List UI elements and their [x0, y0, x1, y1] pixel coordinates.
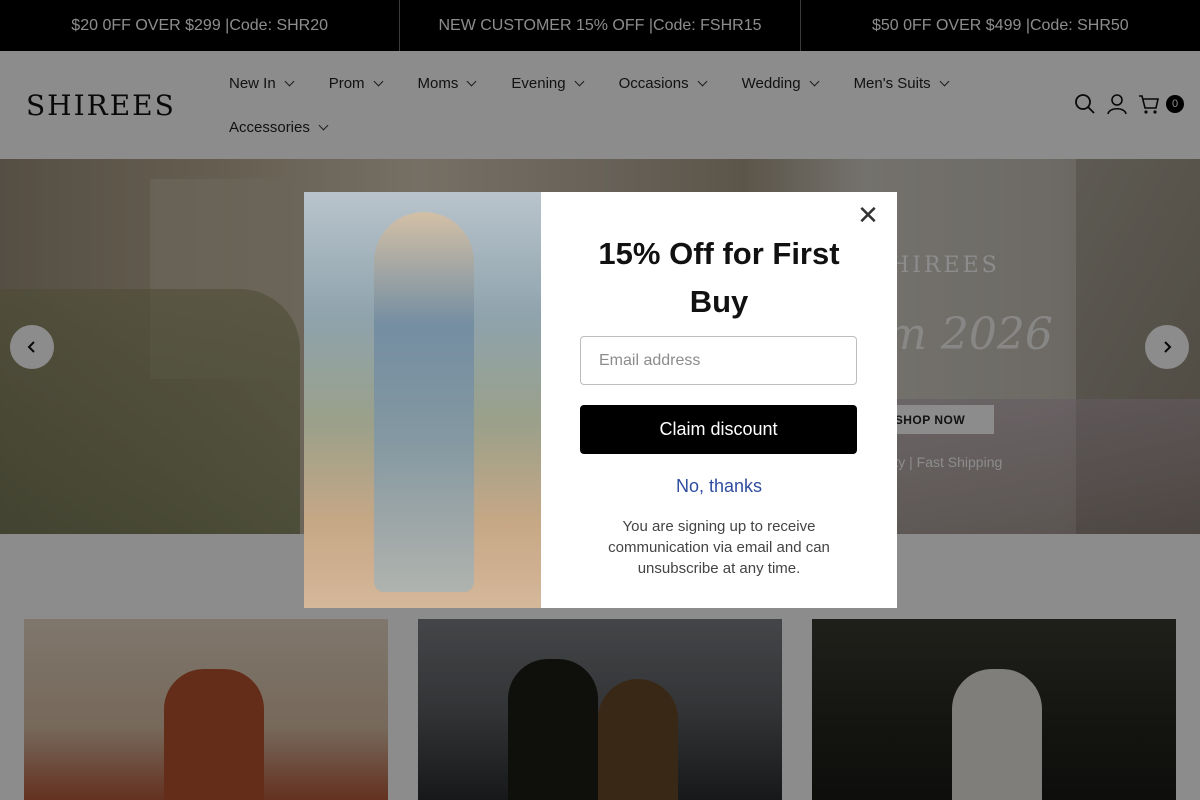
email-field[interactable]	[580, 336, 857, 385]
claim-discount-button[interactable]: Claim discount	[580, 405, 857, 454]
popup-model-figure	[374, 212, 474, 592]
popup-content: ✕ 15% Off for First Buy Claim discount N…	[541, 192, 897, 608]
popup-image	[304, 192, 541, 608]
popup-title: 15% Off for First Buy	[598, 236, 840, 319]
popup-disclaimer: You are signing up to receive communicat…	[608, 518, 830, 577]
close-icon[interactable]: ✕	[857, 202, 879, 228]
discount-popup: ✕ 15% Off for First Buy Claim discount N…	[304, 192, 897, 608]
no-thanks-link[interactable]: No, thanks	[541, 476, 897, 497]
